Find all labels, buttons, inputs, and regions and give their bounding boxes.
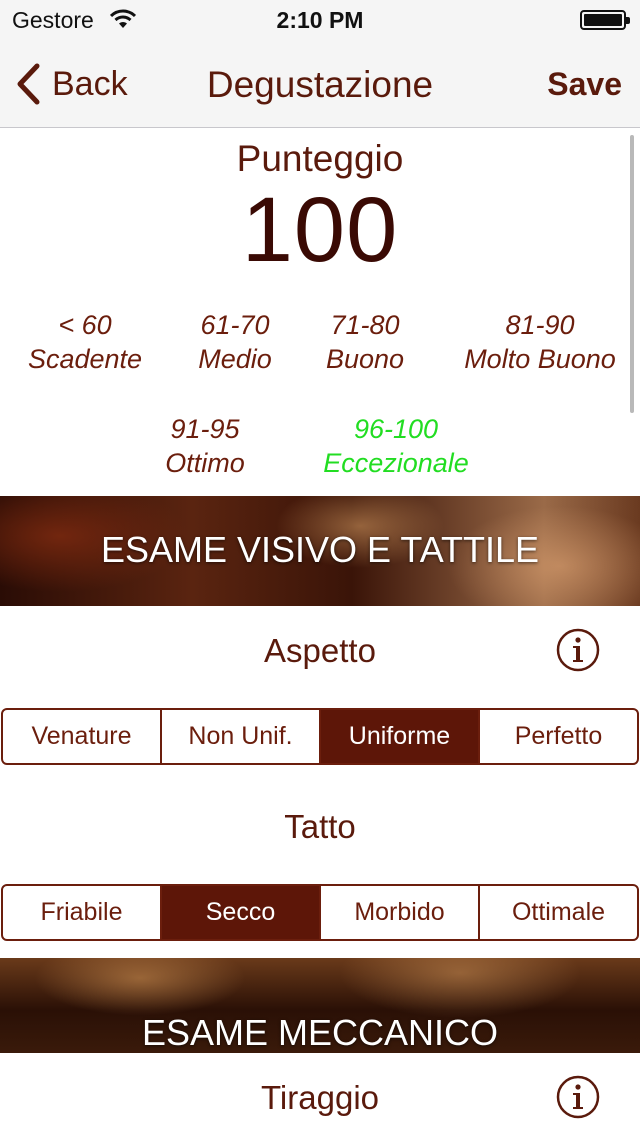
screen: Gestore 2:10 PM Back Degustazione Save P… (0, 0, 640, 1136)
tatto-option-friabile[interactable]: Friabile (3, 886, 162, 939)
status-bar: Gestore 2:10 PM (0, 0, 640, 40)
range-value: 71-80 (330, 310, 400, 340)
tatto-option-ottimale[interactable]: Ottimale (480, 886, 637, 939)
aspetto-option-non-unif[interactable]: Non Unif. (162, 710, 321, 763)
range-medio: 61-70 Medio (160, 308, 310, 376)
range-label: Medio (198, 344, 272, 374)
range-label: Buono (325, 344, 405, 374)
clock: 2:10 PM (276, 7, 364, 33)
aspetto-segmented-control: Venature Non Unif. Uniforme Perfetto (1, 708, 639, 765)
range-label: Scadente (27, 344, 143, 374)
range-scadente: < 60 Scadente (10, 308, 160, 376)
section-title: ESAME MECCANICO (141, 1012, 499, 1053)
save-button[interactable]: Save (547, 66, 622, 103)
range-buono: 71-80 Buono (290, 308, 440, 376)
section-title: ESAME VISIVO E TATTILE (100, 529, 540, 570)
tatto-option-secco[interactable]: Secco (162, 886, 321, 939)
range-molto-buono: 81-90 Molto Buono (440, 308, 640, 376)
criterion-title-tiraggio: Tiraggio (261, 1079, 379, 1116)
info-icon[interactable] (556, 1075, 600, 1119)
score-value: 100 (241, 179, 399, 281)
score-label: Punteggio (236, 138, 404, 179)
range-eccezionale: 96-100 Eccezionale (306, 412, 486, 480)
range-value: 81-90 (505, 310, 575, 340)
range-value: 61-70 (200, 310, 270, 340)
criterion-title-tatto: Tatto (284, 808, 356, 845)
range-value: 96-100 (353, 414, 439, 444)
nav-bar: Back Degustazione Save (0, 40, 640, 128)
battery-fill (584, 14, 622, 26)
battery-tip (626, 17, 630, 24)
range-label: Eccezionale (323, 448, 469, 478)
section-banner-visivo: ESAME VISIVO E TATTILE (0, 496, 640, 606)
back-label: Back (52, 64, 128, 103)
range-value: < 60 (58, 310, 112, 340)
criterion-title-aspetto: Aspetto (264, 632, 376, 669)
tatto-segmented-control: Friabile Secco Morbido Ottimale (1, 884, 639, 941)
battery-icon (580, 10, 630, 30)
back-chevron-icon (17, 63, 40, 105)
section-banner-meccanico: ESAME MECCANICO (0, 958, 640, 1053)
aspetto-option-perfetto[interactable]: Perfetto (480, 710, 637, 763)
aspetto-option-uniforme[interactable]: Uniforme (321, 710, 480, 763)
back-button[interactable]: Back (14, 62, 128, 106)
range-value: 91-95 (170, 414, 240, 444)
aspetto-option-venature[interactable]: Venature (3, 710, 162, 763)
range-label: Ottimo (165, 448, 245, 478)
range-ottimo: 91-95 Ottimo (130, 412, 280, 480)
tatto-option-morbido[interactable]: Morbido (321, 886, 480, 939)
range-label: Molto Buono (464, 344, 616, 374)
info-icon[interactable] (556, 628, 600, 672)
